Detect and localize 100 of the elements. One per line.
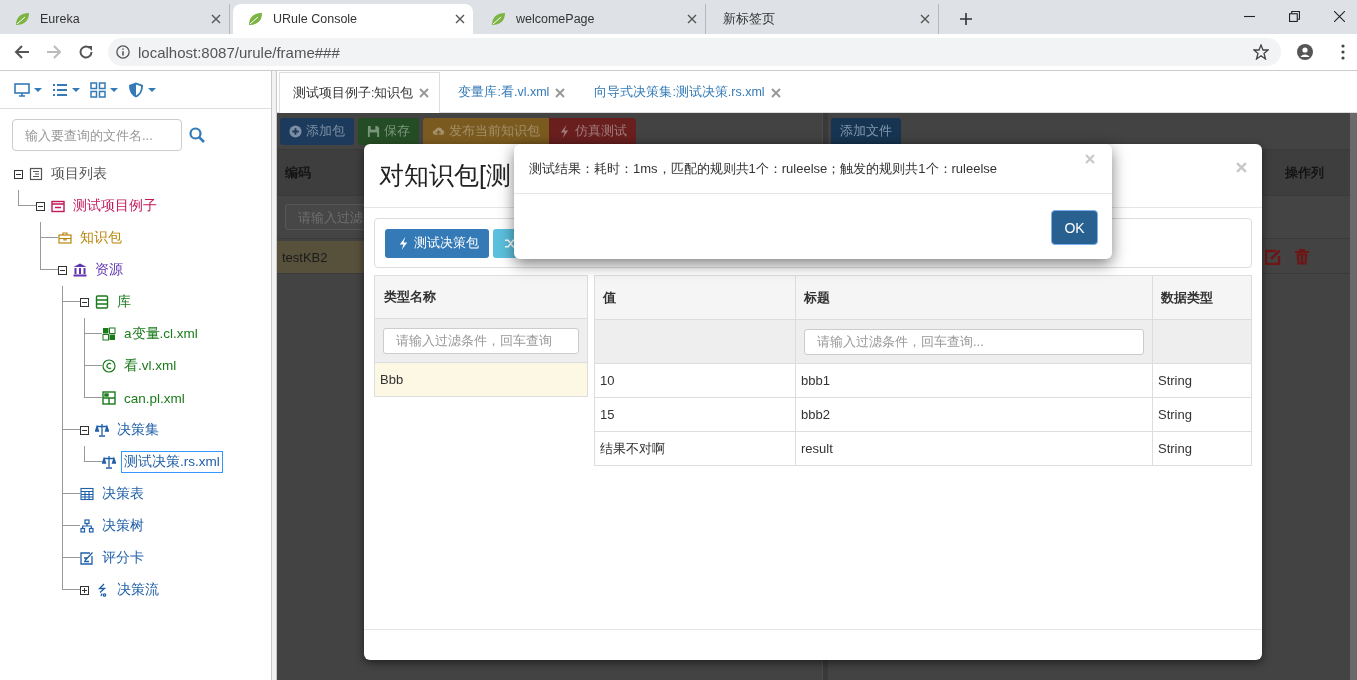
grid-icon [90,81,106,98]
reload-icon[interactable] [78,44,94,60]
caret-icon [148,87,156,92]
column-header: 值 [603,288,616,307]
scale-icon [95,423,109,437]
tree-item[interactable]: 项目列表 [48,163,110,185]
column-header: 标题 [804,288,830,307]
close-icon[interactable] [1334,11,1345,22]
scrollbar[interactable] [1350,113,1357,680]
folder-icon [51,199,65,213]
tree-item[interactable]: 库 [114,291,134,313]
restore-icon[interactable] [1289,11,1300,22]
table-cell: bbb1 [795,364,1152,397]
add-file-button[interactable]: 添加文件 [831,117,901,145]
tree-item[interactable]: 资源 [92,259,126,281]
leaf-icon [490,11,506,27]
more-icon[interactable] [1341,44,1345,60]
table-cell-text: 结果不对啊 [599,439,666,458]
edit-icon [80,551,94,565]
list-icon [29,167,43,181]
close-icon[interactable] [211,14,221,24]
grid-icon [102,327,116,341]
tab-title: 新标签页 [723,10,776,28]
close-icon[interactable] [687,14,697,24]
briefcase-icon [58,231,72,245]
lightning-icon [397,236,410,250]
floppy-icon [367,124,380,138]
lightning-icon [558,124,571,138]
close-icon[interactable] [455,14,465,24]
browser-tab[interactable]: welcomePage [476,4,706,34]
shield-menu-button[interactable] [128,81,156,98]
bank-icon [73,263,87,277]
collapse-toggle[interactable] [58,265,67,275]
account-icon[interactable] [1297,44,1313,60]
table-cell-text: 15 [599,406,616,424]
caret-icon [34,87,42,92]
column-header: 类型名称 [384,288,436,306]
circle-c-icon [102,359,116,373]
collapse-toggle[interactable] [14,169,23,179]
search-field[interactable]: 输入要查询的文件名... [12,119,182,151]
tree-item[interactable]: 看.vl.xml [121,355,180,377]
table-icon [80,487,94,501]
info-icon [116,45,130,59]
column-header: 数据类型 [1161,288,1213,307]
editor-tab[interactable]: 变量库:看.vl.xml [444,72,577,112]
star-icon[interactable] [1253,44,1269,60]
shield-icon [128,81,144,98]
ok-button[interactable]: OK [1051,210,1098,245]
list-menu-button[interactable] [52,81,80,98]
tree-item[interactable]: 评分卡 [99,547,147,569]
monitor-icon [14,81,30,98]
plus-icon[interactable] [960,13,972,25]
result-message: 测试结果：耗时：1ms，匹配的规则共1个：ruleelse；触发的规则共1个：ruleelse [529,159,999,178]
address-field[interactable]: localhost:8087/urule/frame### [108,38,1281,66]
table-cell: String [1152,432,1251,465]
hierarchy-icon [80,519,94,533]
editor-tab[interactable]: 测试项目例子:知识包 [279,72,441,113]
list-icon [52,81,68,98]
browser-tab[interactable]: 新标签页 [709,4,939,34]
caret-icon [110,87,118,92]
tree-item[interactable]: 测试决策.rs.xml [121,451,223,473]
tree-item[interactable]: 决策树 [99,515,147,537]
url-text: localhost:8087/urule/frame### [138,43,340,61]
back-arrow-icon[interactable] [14,44,30,60]
table-cell: result [795,432,1152,465]
expand-toggle[interactable] [80,585,89,595]
search-icon[interactable] [189,127,205,143]
dialog-title: 对知识包[测 [379,160,511,191]
plus-circle-icon [289,124,302,138]
toolbar-button[interactable]: 添加包 [280,117,354,145]
tab-title: URule Console [273,12,359,26]
tree-item[interactable]: can.pl.xml [121,388,188,408]
action-button[interactable]: 测试决策包 [385,228,489,258]
leaf-icon [14,11,30,27]
tab-title: welcomePage [516,12,596,26]
tree-item[interactable]: 测试项目例子 [70,195,160,217]
close-icon[interactable] [920,14,930,24]
type-row[interactable]: Bbb [375,363,587,397]
scale-icon [102,455,116,469]
monitor-menu-button[interactable] [14,81,42,98]
collapse-toggle[interactable] [36,201,45,211]
collapse-toggle[interactable] [80,425,89,435]
caret-icon [72,87,80,92]
table-cell: bbb2 [795,398,1152,431]
table-icon [102,391,116,405]
database-icon [95,295,109,309]
tree-item[interactable]: a变量.cl.xml [121,323,201,345]
tree-item[interactable]: 决策集 [114,419,162,441]
browser-tab[interactable]: URule Console [233,4,473,34]
editor-tab[interactable]: 向导式决策集:测试决策.rs.xml [580,72,792,112]
table-cell: String [1152,398,1251,431]
browser-tab[interactable]: Eureka [0,4,230,34]
tab-title: Eureka [40,12,81,26]
table-cell: String [1152,364,1251,397]
table-cell-text: 10 [599,372,616,390]
tree-item[interactable]: 决策表 [99,483,147,505]
layout-menu-button[interactable] [90,81,118,98]
leaf-icon [247,11,263,27]
tree-item[interactable]: 决策流 [114,579,162,601]
collapse-toggle[interactable] [80,297,89,307]
